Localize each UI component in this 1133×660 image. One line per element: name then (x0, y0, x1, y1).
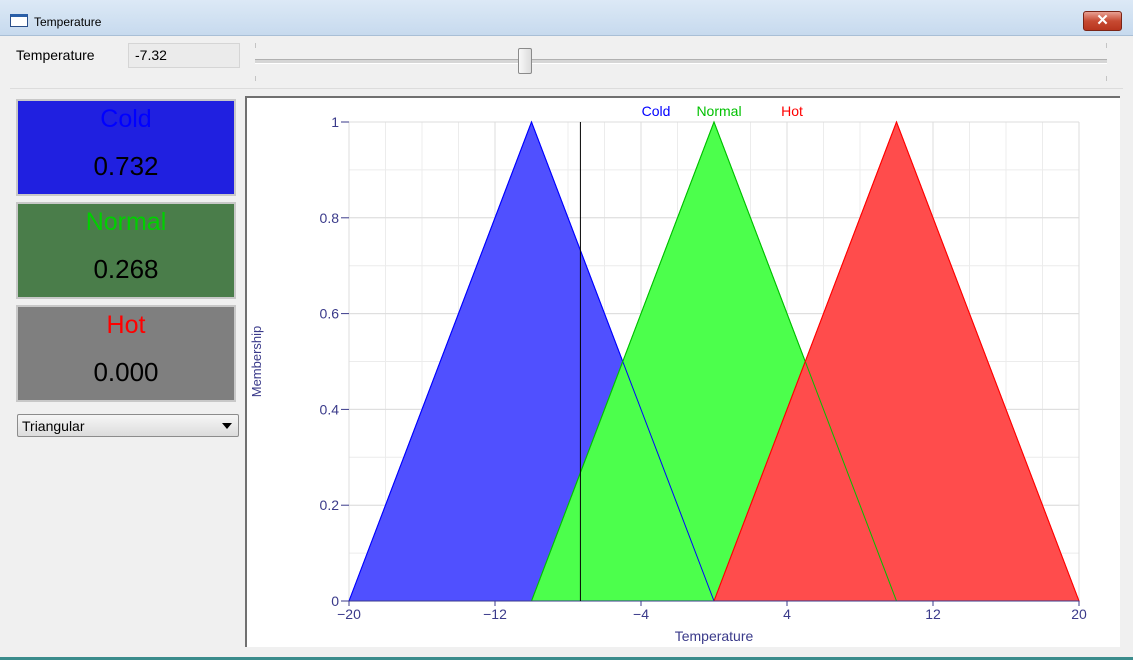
membership-value: 0.268 (93, 254, 159, 284)
membership-name: Normal (85, 208, 167, 236)
legend-item-cold: Cold (642, 103, 671, 119)
close-button[interactable]: ✕ (1083, 11, 1122, 31)
y-tick-label: 0.6 (320, 306, 340, 322)
x-tick-label: −12 (483, 606, 507, 622)
slider-thumb[interactable] (518, 48, 533, 74)
shape-select[interactable]: Triangular (17, 414, 239, 437)
x-tick-label: 12 (925, 606, 941, 622)
x-tick-label: −4 (633, 606, 649, 622)
window-icon (10, 14, 28, 27)
membership-value: 0.732 (93, 151, 159, 181)
y-tick-label: 1 (331, 114, 339, 130)
slider-track[interactable] (255, 59, 1107, 64)
y-tick-label: 0.4 (320, 401, 340, 417)
membership-chart: −20 −12 −4 4 12 20 0 0.2 0.4 0.6 0.8 1 Cold Normal Ho… (245, 96, 1120, 647)
temperature-value-field: -7.32 (128, 43, 240, 68)
y-axis-label: Membership (249, 326, 264, 398)
x-axis-label: Temperature (675, 628, 754, 644)
slider-tick (1106, 76, 1107, 81)
slider-tick (1106, 43, 1107, 48)
shape-select-value: Triangular (22, 418, 85, 434)
chart-svg: −20 −12 −4 4 12 20 0 0.2 0.4 0.6 0.8 1 Cold Normal Ho… (249, 103, 1087, 644)
legend-item-normal: Normal (696, 103, 741, 119)
legend-item-hot: Hot (781, 103, 803, 119)
membership-panel-normal: Normal 0.268 (16, 202, 236, 299)
close-icon: ✕ (1096, 12, 1109, 29)
separator (10, 88, 1123, 89)
membership-name: Cold (100, 105, 152, 133)
chart-legend: Cold Normal Hot (642, 103, 803, 119)
membership-panel-cold: Cold 0.732 (16, 99, 236, 196)
membership-name: Hot (106, 311, 146, 339)
y-tick-label: 0 (331, 593, 339, 609)
temperature-slider[interactable] (255, 40, 1107, 82)
x-tick-label: 20 (1071, 606, 1087, 622)
membership-value: 0.000 (93, 357, 159, 387)
x-tick-label: −20 (337, 606, 361, 622)
temperature-label: Temperature (16, 47, 95, 63)
y-tick-label: 0.8 (320, 210, 340, 226)
dropdown-arrow-icon (222, 423, 232, 429)
slider-tick (255, 43, 256, 48)
x-tick-label: 4 (783, 606, 791, 622)
y-tick-label: 0.2 (320, 497, 340, 513)
slider-tick (255, 76, 256, 81)
membership-panel-hot: Hot 0.000 (16, 305, 236, 402)
title-bar: Temperature ✕ (0, 0, 1133, 36)
window-title: Temperature (34, 15, 102, 29)
